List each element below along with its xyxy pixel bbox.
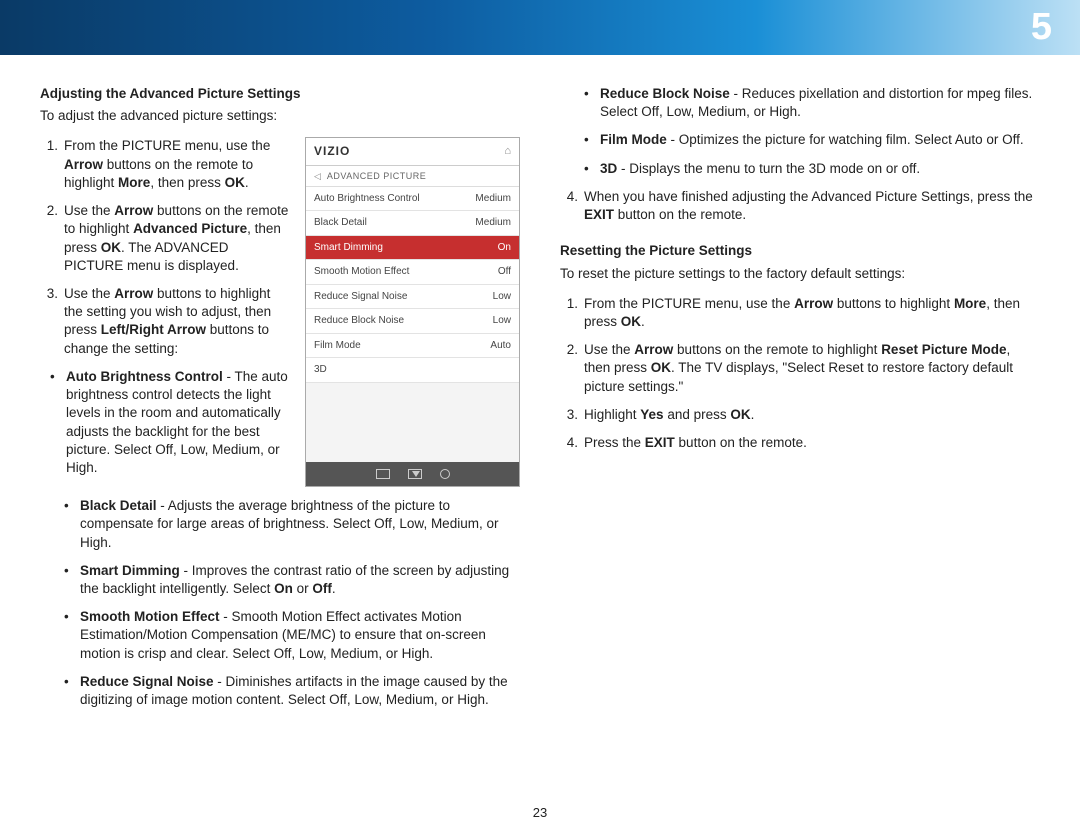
- menu-row[interactable]: Smooth Motion Effect Off: [306, 260, 519, 285]
- bullet-smart-dimming: Smart Dimming - Improves the contrast ra…: [40, 562, 520, 598]
- v-icon[interactable]: [408, 469, 422, 479]
- menu-row[interactable]: Film Mode Auto: [306, 334, 519, 359]
- section-heading-resetting: Resetting the Picture Settings: [560, 242, 1040, 260]
- intro-text-reset: To reset the picture settings to the fac…: [560, 265, 1040, 283]
- intro-text: To adjust the advanced picture settings:: [40, 107, 520, 125]
- menu-footer: [306, 462, 519, 486]
- bullet-reduce-block-noise: Reduce Block Noise - Reduces pixellation…: [560, 85, 1040, 121]
- advanced-picture-menu: VIZIO ⌂ ◁ ADVANCED PICTURE Auto Brightne…: [305, 137, 520, 487]
- step-4: 4. When you have finished adjusting the …: [560, 188, 1040, 224]
- bullet-reduce-signal-noise: Reduce Signal Noise - Diminishes artifac…: [40, 673, 520, 709]
- menu-row-label: Smooth Motion Effect: [314, 265, 409, 279]
- menu-row[interactable]: Smart Dimming On: [306, 236, 519, 261]
- menu-row-label: 3D: [314, 363, 327, 377]
- menu-row-label: Reduce Signal Noise: [314, 290, 407, 304]
- bullet-smooth-motion: Smooth Motion Effect - Smooth Motion Eff…: [40, 608, 520, 663]
- menu-row-label: Auto Brightness Control: [314, 192, 420, 206]
- left-column: Adjusting the Advanced Picture Settings …: [40, 85, 520, 719]
- menu-row[interactable]: Auto Brightness Control Medium: [306, 187, 519, 212]
- reset-step-2: 2. Use the Arrow buttons on the remote t…: [560, 341, 1040, 396]
- bullet-black-detail: Black Detail - Adjusts the average brigh…: [40, 497, 520, 552]
- menu-row-value: Off: [498, 265, 511, 279]
- menu-row[interactable]: Reduce Signal Noise Low: [306, 285, 519, 310]
- menu-row-value: Medium: [475, 192, 511, 206]
- menu-row[interactable]: 3D: [306, 358, 519, 383]
- menu-row-value: Medium: [475, 216, 511, 230]
- menu-row-value: Low: [493, 290, 511, 304]
- page-number: 23: [0, 805, 1080, 820]
- step-3: 3. Use the Arrow buttons to highlight th…: [40, 285, 290, 358]
- section-heading-adjusting: Adjusting the Advanced Picture Settings: [40, 85, 520, 103]
- menu-row-value: Auto: [490, 339, 511, 353]
- menu-row-label: Film Mode: [314, 339, 361, 353]
- gear-icon[interactable]: [440, 469, 450, 479]
- reset-step-1: 1. From the PICTURE menu, use the Arrow …: [560, 295, 1040, 331]
- bullet-3d: 3D - Displays the menu to turn the 3D mo…: [560, 160, 1040, 178]
- right-column: Reduce Block Noise - Reduces pixellation…: [560, 85, 1040, 719]
- menu-logo: VIZIO: [314, 143, 350, 159]
- step-2: 2. Use the Arrow buttons on the remote t…: [40, 202, 290, 275]
- reset-step-4: 4. Press the EXIT button on the remote.: [560, 434, 1040, 452]
- bullet-film-mode: Film Mode - Optimizes the picture for wa…: [560, 131, 1040, 149]
- chapter-number: 5: [1031, 6, 1052, 49]
- bullet-auto-brightness: Auto Brightness Control - The auto brigh…: [40, 368, 290, 477]
- menu-row-value: Low: [493, 314, 511, 328]
- chapter-header-bar: 5: [0, 0, 1080, 55]
- menu-row-label: Reduce Block Noise: [314, 314, 404, 328]
- menu-row-value: On: [498, 241, 511, 255]
- home-icon[interactable]: ⌂: [504, 144, 511, 159]
- reset-step-3: 3. Highlight Yes and press OK.: [560, 406, 1040, 424]
- menu-row[interactable]: Reduce Block Noise Low: [306, 309, 519, 334]
- menu-row-label: Black Detail: [314, 216, 367, 230]
- step-1: 1. From the PICTURE menu, use the Arrow …: [40, 137, 290, 192]
- menu-title: ADVANCED PICTURE: [327, 170, 426, 182]
- back-icon[interactable]: ◁: [314, 170, 321, 182]
- page-content: Adjusting the Advanced Picture Settings …: [0, 55, 1080, 739]
- menu-row-label: Smart Dimming: [314, 241, 383, 255]
- wide-icon[interactable]: [376, 469, 390, 479]
- menu-row[interactable]: Black Detail Medium: [306, 211, 519, 236]
